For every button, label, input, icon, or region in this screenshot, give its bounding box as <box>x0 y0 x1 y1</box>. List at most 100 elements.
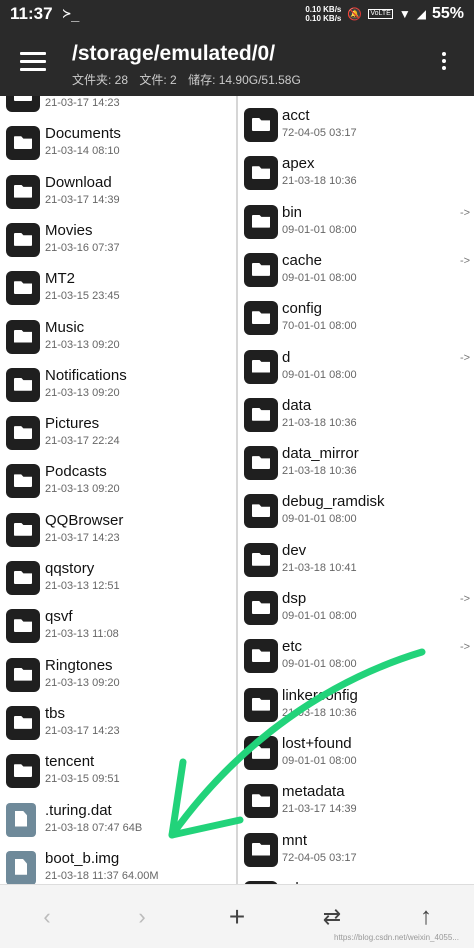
list-item[interactable]: dev 21-03-18 10:41 <box>238 535 474 583</box>
list-item[interactable]: etc 09-01-01 08:00 -> <box>238 631 474 679</box>
item-meta: 21-03-13 09:20 <box>45 483 120 496</box>
list-item[interactable]: boot_b.img 21-03-18 11:37 64.00M <box>0 843 236 884</box>
folder-icon <box>244 446 278 481</box>
folder-icon <box>6 271 40 306</box>
item-meta: 21-03-18 10:41 <box>282 561 357 574</box>
forward-button[interactable]: › <box>112 885 172 949</box>
list-item[interactable]: .turing.dat 21-03-18 07:47 64B <box>0 795 236 843</box>
item-meta: 21-03-15 09:51 <box>45 773 120 786</box>
list-item[interactable]: tbs 21-03-17 14:23 <box>0 698 236 746</box>
list-item[interactable]: Notifications 21-03-13 09:20 <box>0 360 236 408</box>
item-meta: 09-01-01 08:00 <box>282 223 357 236</box>
folder-icon <box>244 687 278 722</box>
item-name: Music <box>45 318 85 336</box>
item-meta: 21-03-18 11:37 64.00M <box>45 869 159 882</box>
app-bar: /storage/emulated/0/ 文件夹: 28 文件: 2 储存: 1… <box>0 28 474 96</box>
list-item[interactable]: data_mirror 21-03-18 10:36 <box>238 438 474 486</box>
more-options-icon[interactable] <box>436 52 452 74</box>
item-meta: 21-03-17 14:23 <box>45 724 120 737</box>
folder-icon <box>6 222 40 257</box>
list-item[interactable]: Podcasts 21-03-13 09:20 <box>0 456 236 504</box>
item-meta: 72-04-05 03:17 <box>282 851 357 864</box>
item-meta: 21-03-17 14:39 <box>45 193 120 206</box>
item-meta: 72-04-05 03:17 <box>282 127 357 139</box>
item-name: Podcasts <box>45 463 107 481</box>
item-name: config <box>282 300 323 318</box>
left-file-pane[interactable]: 21-03-17 14:23 Documents 21-03-14 08:10 Dow… <box>0 96 236 884</box>
list-item[interactable]: mnt 72-04-05 03:17 <box>238 825 474 873</box>
list-item[interactable]: linkerconfig 21-03-18 10:36 <box>238 680 474 728</box>
item-meta: 21-03-13 11:08 <box>45 628 119 641</box>
item-name: Download <box>45 173 112 191</box>
list-item[interactable]: acct 72-04-05 03:17 <box>238 100 474 148</box>
folder-icon <box>6 657 40 692</box>
list-item[interactable]: 21-03-17 14:23 <box>0 96 236 118</box>
item-meta: 09-01-01 08:00 <box>282 754 357 767</box>
symlink-indicator: -> <box>460 351 471 364</box>
folder-icon <box>244 494 278 529</box>
item-name: data_mirror <box>282 445 359 463</box>
list-item[interactable]: lost+found 09-01-01 08:00 <box>238 728 474 776</box>
item-name: mnt <box>282 831 308 849</box>
item-meta: 21-03-13 09:20 <box>45 338 120 351</box>
item-meta: 21-03-16 07:37 <box>45 241 120 254</box>
list-item[interactable]: Movies 21-03-16 07:37 <box>0 215 236 263</box>
item-name: cache <box>282 251 323 269</box>
symlink-indicator: -> <box>460 641 471 654</box>
item-name: debug_ramdisk <box>282 493 385 511</box>
list-item[interactable]: odm <box>238 873 474 884</box>
list-item[interactable]: metadata 21-03-17 14:39 <box>238 776 474 824</box>
folder-icon <box>6 705 40 740</box>
item-meta: 21-03-13 09:20 <box>45 676 120 689</box>
folder-icon <box>6 367 40 402</box>
folder-icon <box>244 784 278 819</box>
item-meta: 21-03-14 08:10 <box>45 145 120 158</box>
list-item[interactable]: bin 09-01-01 08:00 -> <box>238 197 474 245</box>
add-button[interactable]: + <box>207 885 267 949</box>
item-name: Documents <box>45 125 121 143</box>
list-item[interactable]: Ringtones 21-03-13 09:20 <box>0 650 236 698</box>
list-item[interactable]: MT2 21-03-15 23:45 <box>0 263 236 311</box>
item-meta: 21-03-17 14:23 <box>45 531 120 544</box>
folder-icon <box>244 832 278 867</box>
folder-icon <box>6 754 40 789</box>
folder-icon <box>6 126 40 161</box>
list-item[interactable]: qqstory 21-03-13 12:51 <box>0 553 236 601</box>
list-item[interactable]: Music 21-03-13 09:20 <box>0 312 236 360</box>
right-file-pane[interactable]: acct 72-04-05 03:17 apex 21-03-18 10:36 bin 0… <box>238 96 474 884</box>
folder-icon <box>6 464 40 499</box>
folder-icon <box>244 735 278 770</box>
list-item[interactable]: qsvf 21-03-13 11:08 <box>0 601 236 649</box>
list-item[interactable]: config 70-01-01 08:00 <box>238 293 474 341</box>
list-item[interactable]: cache 09-01-01 08:00 -> <box>238 245 474 293</box>
folder-icon <box>244 156 278 191</box>
item-name: data <box>282 396 312 414</box>
volte-icon: VoLTE <box>368 9 393 19</box>
item-meta: 21-03-17 14:23 <box>45 97 120 109</box>
folder-icon <box>6 174 40 209</box>
item-meta: 21-03-17 22:24 <box>45 435 120 448</box>
hamburger-menu-icon[interactable] <box>20 52 46 72</box>
symlink-indicator: -> <box>460 593 471 605</box>
list-item[interactable]: Pictures 21-03-17 22:24 <box>0 408 236 456</box>
list-item[interactable]: data 21-03-18 10:36 <box>238 390 474 438</box>
list-item[interactable]: Download 21-03-17 14:39 <box>0 167 236 215</box>
file-icon <box>6 850 36 884</box>
item-name: lost+found <box>282 734 352 752</box>
list-item[interactable]: dsp 09-01-01 08:00 -> <box>238 583 474 631</box>
item-meta: 21-03-13 09:20 <box>45 386 120 399</box>
list-item[interactable]: d 09-01-01 08:00 -> <box>238 342 474 390</box>
list-item[interactable]: QQBrowser 21-03-17 14:23 <box>0 505 236 553</box>
item-name: Ringtones <box>45 656 113 674</box>
folder-icon <box>6 561 40 595</box>
list-item[interactable]: Documents 21-03-14 08:10 <box>0 118 236 166</box>
item-name: Movies <box>45 221 93 239</box>
back-button[interactable]: ‹ <box>17 885 77 949</box>
watermark: https://blog.csdn.net/weixin_4055... <box>334 933 459 942</box>
list-item[interactable]: tencent 21-03-15 09:51 <box>0 746 236 794</box>
terminal-icon: ≻_ <box>62 6 80 22</box>
folder-icon <box>6 319 40 354</box>
list-item[interactable]: debug_ramdisk 09-01-01 08:00 <box>238 486 474 534</box>
item-name: .turing.dat <box>45 801 112 819</box>
list-item[interactable]: apex 21-03-18 10:36 <box>238 148 474 196</box>
